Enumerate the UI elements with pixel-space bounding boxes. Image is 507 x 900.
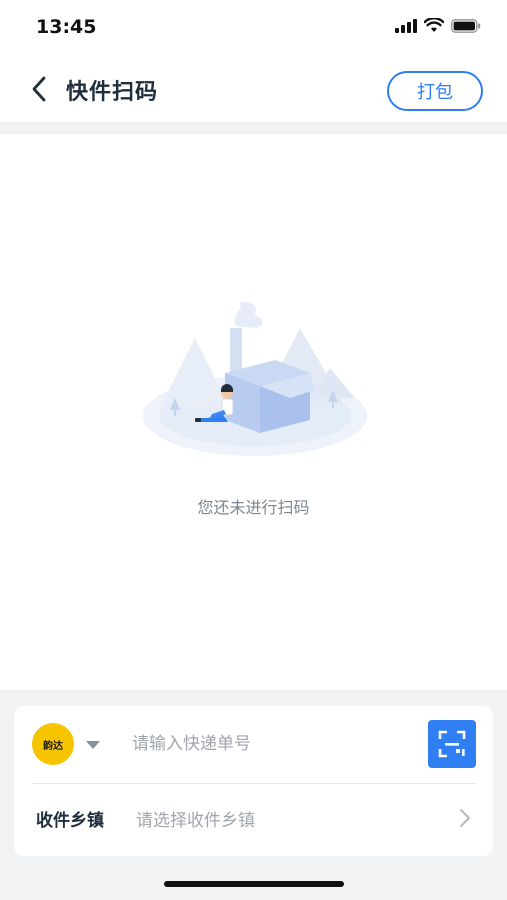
status-icons <box>395 18 481 33</box>
town-label: 收件乡镇 <box>36 811 104 831</box>
scan-icon <box>438 730 466 758</box>
back-button[interactable] <box>22 72 56 106</box>
scan-list-area: 您还未进行扫码 <box>0 134 507 690</box>
status-time: 13:45 <box>36 16 97 38</box>
battery-icon <box>451 18 481 33</box>
card-divider <box>32 783 476 784</box>
scan-input-card: 韵达 收件乡镇 请选择收件乡镇 <box>14 706 493 856</box>
courier-logo-icon[interactable]: 韵达 <box>32 723 74 765</box>
chevron-right-icon[interactable] <box>457 808 473 828</box>
caret-down-icon[interactable] <box>86 741 100 749</box>
wifi-icon <box>424 18 444 32</box>
signal-icon <box>395 18 417 33</box>
empty-state-message: 您还未进行扫码 <box>197 498 310 517</box>
town-select[interactable]: 请选择收件乡镇 <box>136 806 255 831</box>
empty-box-illustration-icon <box>143 301 367 456</box>
home-indicator <box>164 881 344 887</box>
status-bar: 13:45 <box>0 0 507 56</box>
page-title: 快件扫码 <box>66 80 159 105</box>
courier-logo-text: 韵达 <box>43 740 63 752</box>
section-divider <box>0 122 507 134</box>
nav-bar: 快件扫码 打包 <box>0 56 507 122</box>
tracking-number-input[interactable] <box>132 726 412 762</box>
pack-button[interactable]: 打包 <box>387 71 483 111</box>
scan-button[interactable] <box>428 720 476 768</box>
chevron-left-icon <box>32 76 46 102</box>
